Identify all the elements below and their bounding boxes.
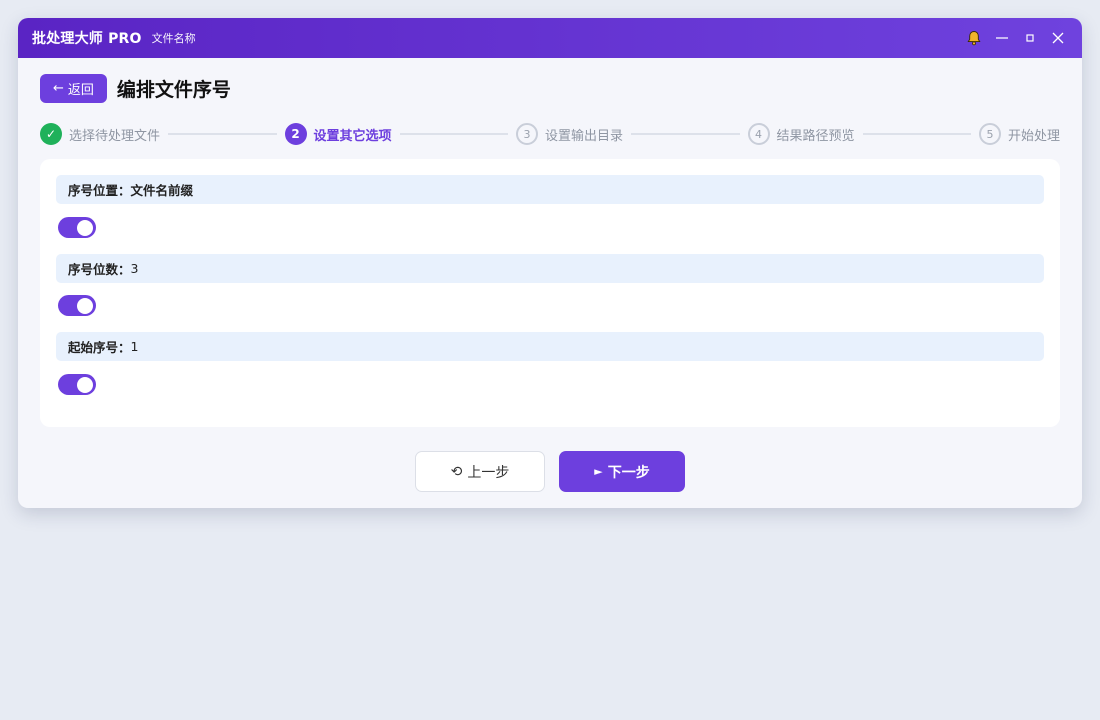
option-sequence-position: 序号位置： 文件名前缀 — [56, 175, 1044, 204]
play-icon: ► — [594, 465, 603, 478]
refresh-icon: ⟲ — [450, 463, 463, 480]
prev-step-button[interactable]: ⟲ 上一步 — [415, 451, 545, 492]
step-number: 3 — [516, 123, 538, 145]
sequence-position-toggle[interactable] — [58, 217, 96, 238]
step-label: 设置输出目录 — [545, 128, 624, 144]
step-3[interactable]: 3 设置输出目录 — [516, 123, 623, 145]
step-label: 结果路径预览 — [776, 128, 855, 144]
app-title: 批处理大师 PRO — [32, 31, 142, 47]
window-controls — [964, 28, 1068, 48]
option-value: 1 — [130, 339, 139, 354]
step-connector — [399, 133, 508, 135]
option-start-number: 起始序号： 1 — [56, 332, 1044, 361]
toggle-knob — [77, 297, 93, 314]
back-button-label: 返回 — [67, 83, 94, 98]
option-value: 3 — [130, 261, 139, 276]
bell-icon[interactable] — [964, 28, 984, 48]
sequence-digits-toggle[interactable] — [58, 295, 96, 316]
step-label: 设置其它选项 — [313, 128, 392, 144]
step-4[interactable]: 4 结果路径预览 — [747, 123, 855, 145]
file-name: 文件名称 — [151, 32, 196, 45]
checkmark-icon: ✓ — [40, 123, 62, 145]
step-connector — [631, 133, 740, 135]
minimize-icon[interactable] — [992, 28, 1012, 48]
footer-actions: ⟲ 上一步 ► 下一步 — [18, 451, 1082, 492]
option-sequence-digits: 序号位数： 3 — [56, 254, 1044, 283]
option-label: 序号位置： — [68, 183, 131, 198]
option-label: 序号位数： — [68, 262, 131, 277]
next-step-button[interactable]: ► 下一步 — [559, 451, 685, 492]
toggle-knob — [77, 219, 93, 236]
toggle-knob — [77, 376, 93, 393]
step-1[interactable]: ✓ 选择待处理文件 — [40, 123, 160, 145]
step-connector — [862, 133, 971, 135]
option-label: 起始序号： — [68, 340, 131, 355]
back-button[interactable]: ← 返回 — [40, 74, 107, 103]
next-step-label: 下一步 — [607, 464, 650, 481]
step-connector — [168, 133, 277, 135]
arrow-left-icon: ← — [53, 81, 64, 96]
step-number: 2 — [284, 123, 307, 145]
option-value: 文件名前缀 — [130, 183, 194, 198]
step-label: 开始处理 — [1008, 128, 1061, 144]
page-title: 编排文件序号 — [116, 79, 231, 101]
maximize-icon[interactable] — [1020, 28, 1040, 48]
step-5[interactable]: 5 开始处理 — [979, 123, 1060, 145]
stepper: ✓ 选择待处理文件 2 设置其它选项 3 设置输出目录 4 结果路径预览 5 开… — [40, 122, 1060, 146]
prev-step-label: 上一步 — [467, 464, 510, 481]
step-label: 选择待处理文件 — [69, 128, 161, 144]
step-number: 4 — [747, 123, 770, 145]
step-number: 5 — [979, 123, 1001, 145]
page-header: ← 返回 编排文件序号 — [40, 74, 231, 103]
step-2[interactable]: 2 设置其它选项 — [284, 123, 392, 145]
close-icon[interactable] — [1048, 28, 1068, 48]
title-bar: 批处理大师 PRO 文件名称 — [18, 18, 1082, 58]
app-window: 批处理大师 PRO 文件名称 ← 返回 编排文件序号 ✓ 选择待处理文件 2 设… — [18, 18, 1082, 508]
options-card: 序号位置： 文件名前缀 序号位数： 3 起始序号： 1 — [40, 159, 1060, 427]
start-number-toggle[interactable] — [58, 374, 96, 395]
